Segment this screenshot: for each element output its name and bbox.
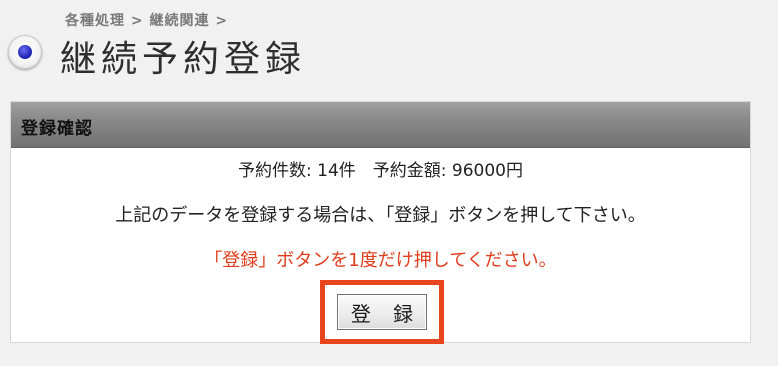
instruction-text: 上記のデータを登録する場合は、「登録」ボタンを押して下さい。	[115, 205, 646, 226]
bullet-dot	[18, 45, 32, 59]
page-title: 継続予約登録	[60, 39, 307, 80]
warning-text: 「登録」ボタンを1度だけ押してください。	[204, 250, 557, 271]
breadcrumb: 各種処理 > 継続関連 >	[65, 13, 229, 29]
reservation-summary: 予約件数: 14件 予約金額: 96000円	[238, 161, 523, 181]
panel-heading: 登録確認	[21, 119, 93, 139]
confirmation-panel: 登録確認 予約件数: 14件 予約金額: 96000円 上記のデータを登録する場…	[10, 101, 751, 344]
panel-header: 登録確認	[11, 102, 750, 148]
page-header: 各種処理 > 継続関連 > 継続予約登録	[0, 0, 778, 90]
register-button-highlight: 登 録	[320, 280, 444, 344]
radio-bullet-icon	[8, 35, 42, 69]
register-button[interactable]: 登 録	[337, 294, 427, 330]
